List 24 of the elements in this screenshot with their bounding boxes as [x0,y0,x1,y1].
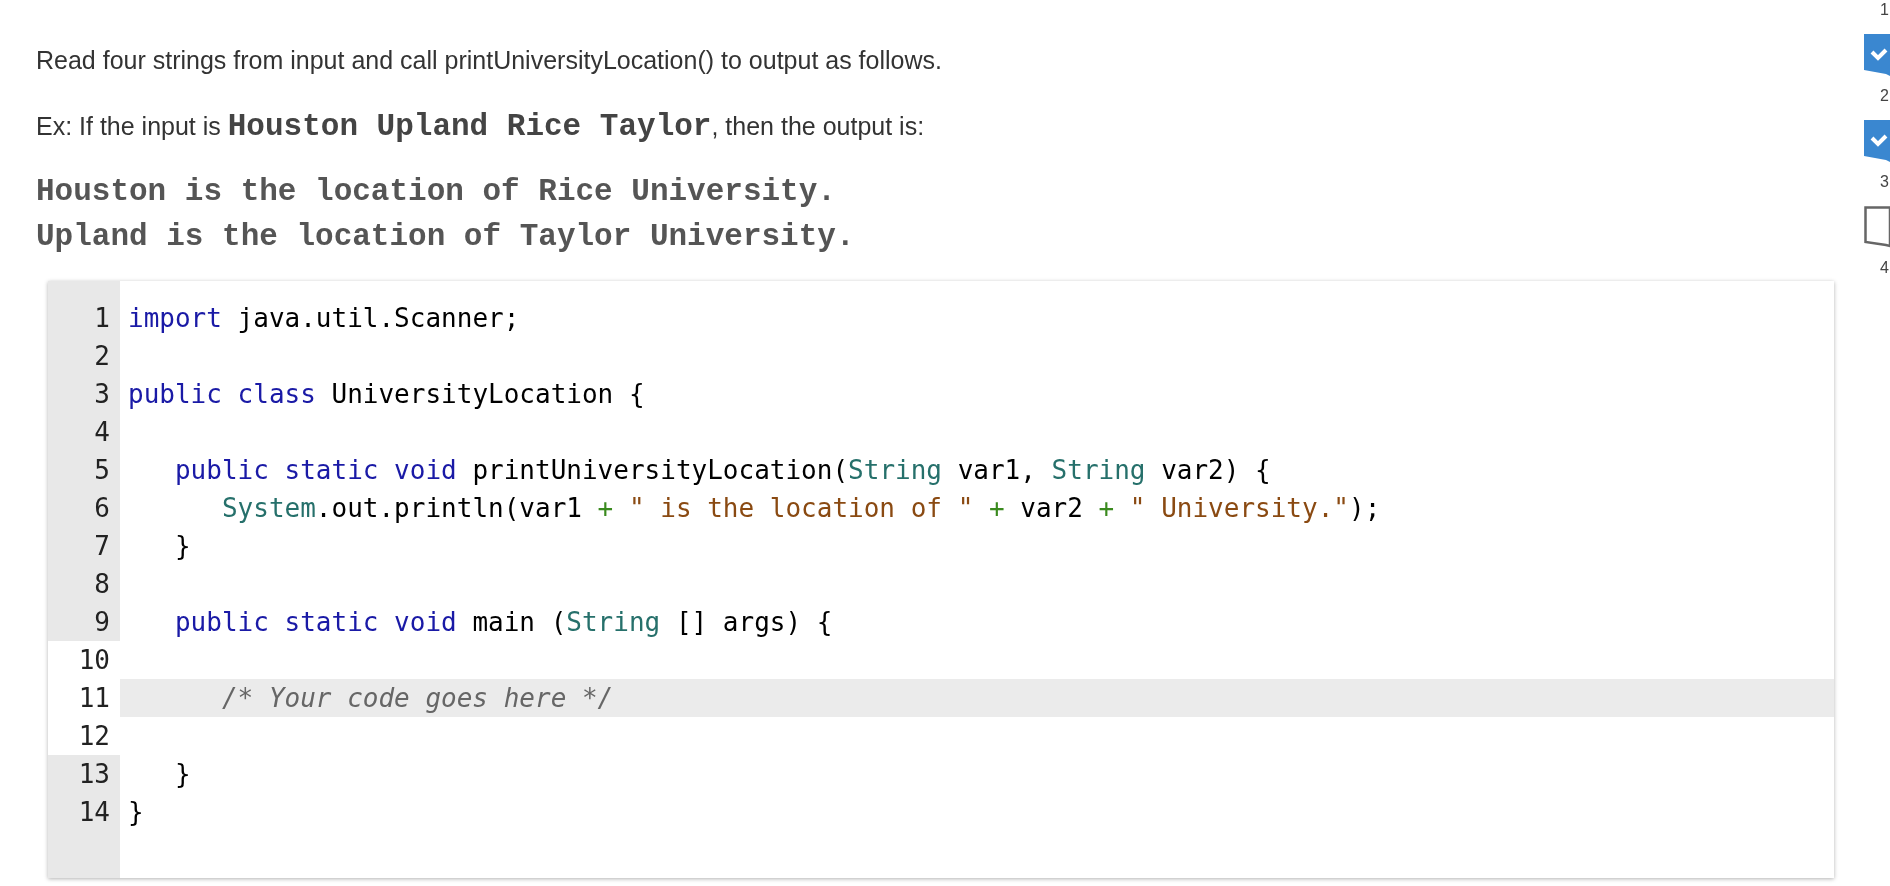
step-number: 2 [1880,86,1890,106]
step-number: 3 [1880,172,1890,192]
line-number: 11 [48,679,120,717]
code-line: /* Your code goes here */ [220,683,614,713]
code-line: System.out.println(var1 + " is the location of " + var2 + " University."); [220,493,1381,523]
step-number: 4 [1880,258,1890,278]
code-line: } [173,759,191,789]
code-line: import java.util.Scanner; [128,303,520,333]
code-editor[interactable] [48,281,1834,878]
instruction-text: Read four strings from input and call printUniversityLocation() to output as follows. [36,45,943,76]
checked-step-icon[interactable] [1864,120,1890,162]
output-line: Upland is the location of Taylor University. [36,218,855,256]
code-line: public class UniversityLocation { [128,379,645,409]
code-line: public static void printUniversityLocation(String var1, String var2) { [173,455,1271,485]
code-line: public static void main (String [] args) { [173,607,833,637]
example-text: Ex: If the input is Houston Upland Rice Taylor, then the output is: [36,108,926,146]
line-number: 12 [48,717,120,755]
checked-step-icon[interactable] [1864,34,1890,76]
line-number: 10 [48,641,120,679]
unchecked-step-icon[interactable] [1864,206,1890,248]
step-number: 1 [1880,0,1890,20]
code-line: } [128,797,144,827]
code-line: } [173,531,191,561]
output-line: Houston is the location of Rice University. [36,173,836,211]
